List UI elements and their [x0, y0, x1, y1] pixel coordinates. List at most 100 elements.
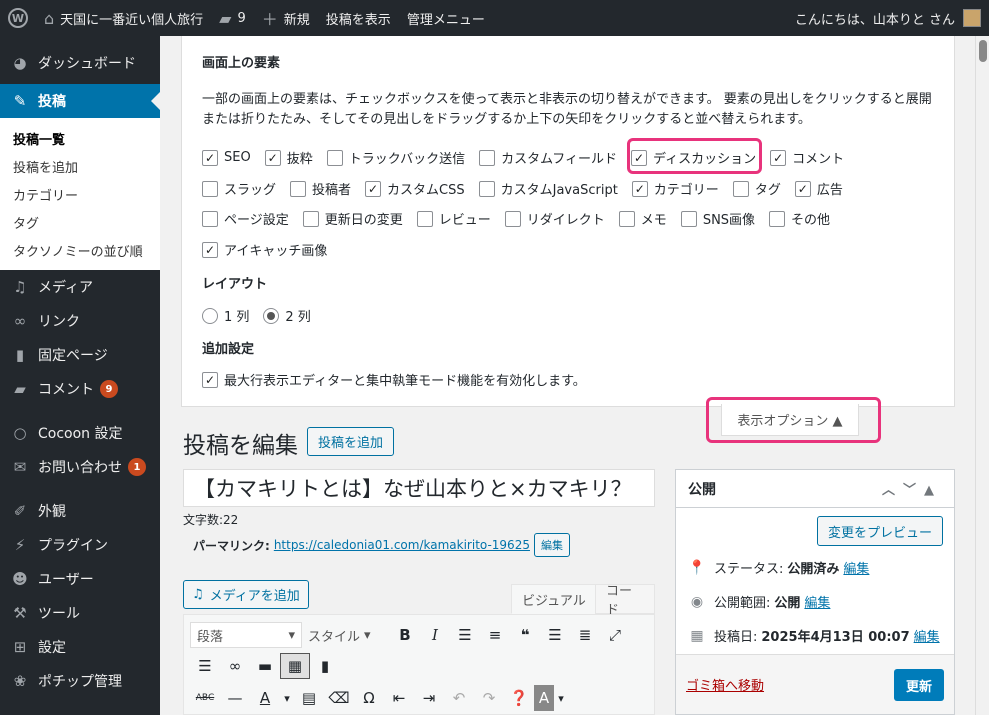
sidebar-item-plugins[interactable]: ⚡ プラグイン — [0, 528, 160, 562]
read-more-icon[interactable]: ▬ — [250, 653, 280, 679]
empty-checkbox-icon — [732, 180, 749, 197]
sidebar-item-contact[interactable]: ✉ お問い合わせ 1 — [0, 450, 160, 484]
checkbox-ads[interactable]: ✓ 広告 — [794, 179, 843, 198]
tab-code[interactable]: コード — [595, 584, 655, 618]
permalink-url[interactable]: https://caledonia01.com/kamakirito-19625 — [274, 538, 530, 552]
checkbox-trackbacks[interactable]: トラックバック送信 — [326, 148, 465, 167]
checkbox-slug[interactable]: スラッグ — [202, 179, 276, 198]
comments-link[interactable]: ▰ 9 — [211, 0, 254, 36]
sidebar-item-settings[interactable]: ⊞ 設定 — [0, 630, 160, 664]
strikethrough-icon[interactable]: ABC — [190, 685, 220, 711]
checkbox-sns-image[interactable]: SNS画像 — [680, 209, 755, 228]
indent-icon[interactable]: ⇥ — [414, 685, 444, 711]
site-name-link[interactable]: ⌂ 天国に一番近い個人旅行 — [36, 0, 211, 36]
chevron-down-icon[interactable]: ﹀ — [903, 483, 924, 498]
my-account-link[interactable]: こんにちは、山本りと さん — [787, 0, 989, 36]
radio-2-columns[interactable]: 2 列 — [263, 306, 311, 325]
chevron-up-icon[interactable]: ︿ — [882, 483, 903, 498]
paste-text-icon[interactable]: ▤ — [294, 685, 324, 711]
checkbox-excerpt[interactable]: ✓ 抜粋 — [264, 148, 313, 167]
date-edit-link[interactable]: 編集 — [914, 626, 940, 645]
tab-visual[interactable]: ビジュアル — [511, 584, 597, 614]
submenu-categories[interactable]: カテゴリー — [0, 180, 160, 208]
numbered-list-icon[interactable]: ≡ — [480, 622, 510, 648]
checkbox-review[interactable]: レビュー — [416, 209, 491, 228]
fullscreen-icon[interactable]: ⤢ — [600, 622, 630, 648]
sidebar-item-tools[interactable]: ⚒ ツール — [0, 596, 160, 630]
sidebar-item-comments[interactable]: ▰ コメント 9 — [0, 372, 160, 406]
checkbox-comments[interactable]: ✓ コメント — [770, 148, 844, 167]
chevron-down-icon[interactable]: ▾ — [554, 685, 568, 711]
checkbox-custom-css[interactable]: ✓ カスタムCSS — [365, 179, 465, 198]
checkbox-category[interactable]: ✓ カテゴリー — [631, 179, 719, 198]
post-title-input[interactable]: 【カマキリトとは】なぜ山本りと×カマキリ？ — [183, 469, 655, 507]
toggle-arrow-icon[interactable]: ▲ — [924, 483, 942, 498]
text-color-icon[interactable]: A — [250, 685, 280, 711]
outdent-icon[interactable]: ⇤ — [384, 685, 414, 711]
view-post-link[interactable]: 投稿を表示 — [318, 0, 399, 36]
preview-changes-button[interactable]: 変更をプレビュー — [816, 516, 943, 546]
omega-icon[interactable]: Ω — [354, 685, 384, 711]
checkbox-redirect[interactable]: リダイレクト — [504, 209, 605, 228]
checkbox-tags[interactable]: タグ — [732, 179, 781, 198]
undo-icon[interactable]: ↶ — [444, 685, 474, 711]
copy-icon[interactable]: ▮ — [310, 653, 340, 679]
blockquote-icon[interactable]: ❝ — [510, 622, 540, 648]
new-content-link[interactable]: ＋ 新規 — [254, 0, 318, 36]
checkbox-max-editor[interactable]: ✓ 最大行表示エディターと集中執筆モード機能を有効化します。 — [202, 370, 586, 389]
admin-menu-link[interactable]: 管理メニュー — [399, 0, 493, 36]
checkbox-memo[interactable]: メモ — [618, 209, 667, 228]
checkbox-eyecatch[interactable]: ✓ アイキャッチ画像 — [202, 240, 327, 259]
status-edit-link[interactable]: 編集 — [843, 558, 869, 577]
sidebar-item-cocoon[interactable]: ○ Cocoon 設定 — [0, 416, 160, 450]
chevron-down-icon[interactable]: ▾ — [280, 685, 294, 711]
update-button[interactable]: 更新 — [893, 669, 944, 701]
sidebar-item-appearance[interactable]: ✐ 外観 — [0, 494, 160, 528]
checkbox-other[interactable]: その他 — [769, 209, 830, 228]
toolbar-toggle-icon[interactable]: ▦ — [280, 653, 310, 679]
sidebar-item-links[interactable]: ∞ リンク — [0, 304, 160, 338]
box-controls[interactable]: ︿﹀▲ — [882, 479, 942, 498]
align-left-icon[interactable]: ☰ — [540, 622, 570, 648]
horizontal-line-icon[interactable]: — — [220, 685, 250, 711]
site-name: 天国に一番近い個人旅行 — [60, 12, 204, 28]
publish-date-row: ▦ 投稿日: 2025年4月13日 00:07 編集 — [688, 626, 940, 646]
italic-icon[interactable]: I — [420, 622, 450, 648]
bullet-list-icon[interactable]: ☰ — [450, 622, 480, 648]
checkbox-page-settings[interactable]: ページ設定 — [202, 209, 289, 228]
scrollbar-thumb[interactable] — [979, 40, 987, 62]
sidebar-item-media[interactable]: ♫ メディア — [0, 270, 160, 304]
page-scrollbar[interactable] — [975, 36, 989, 715]
sidebar-item-pages[interactable]: ▮ 固定ページ — [0, 338, 160, 372]
sidebar-item-dashboard[interactable]: ◕ ダッシュボード — [0, 46, 160, 80]
redo-icon[interactable]: ↷ — [474, 685, 504, 711]
bold-icon[interactable]: B — [390, 622, 420, 648]
checkbox-custom-js[interactable]: カスタムJavaScript — [478, 179, 618, 198]
submenu-taxonomy-order[interactable]: タクソノミーの並び順 — [0, 236, 160, 264]
checkbox-update-date[interactable]: 更新日の変更 — [302, 209, 403, 228]
add-media-button[interactable]: ♫ メディアを追加 — [183, 580, 309, 609]
align-center-icon[interactable]: ≣ — [570, 622, 600, 648]
submenu-add-post[interactable]: 投稿を追加 — [0, 152, 160, 180]
link-icon[interactable]: ∞ — [220, 653, 250, 679]
checkbox-custom-fields[interactable]: カスタムフィールド — [479, 148, 617, 167]
permalink-edit-button[interactable]: 編集 — [533, 533, 570, 557]
visibility-edit-link[interactable]: 編集 — [804, 592, 830, 611]
radio-1-column[interactable]: 1 列 — [202, 306, 249, 325]
submenu-all-posts[interactable]: 投稿一覧 — [0, 124, 160, 152]
add-new-post-button[interactable]: 投稿を追加 — [307, 427, 395, 456]
checkbox-author[interactable]: 投稿者 — [290, 179, 351, 198]
format-select[interactable]: 段落 ▾ — [190, 622, 302, 648]
sidebar-item-users[interactable]: ☻ ユーザー — [0, 562, 160, 596]
sidebar-item-pochipp[interactable]: ❀ ポチップ管理 — [0, 664, 160, 698]
background-color-icon[interactable]: A — [534, 685, 554, 711]
wp-logo-button[interactable]: W — [0, 0, 36, 36]
style-select[interactable]: スタイル ▾ — [302, 622, 390, 648]
align-right-icon[interactable]: ☰ — [190, 653, 220, 679]
clear-format-icon[interactable]: ⌫ — [324, 685, 354, 711]
sidebar-item-posts[interactable]: ✎ 投稿 — [0, 84, 160, 118]
submenu-tags[interactable]: タグ — [0, 208, 160, 236]
move-to-trash-link[interactable]: ゴミ箱へ移動 — [686, 675, 764, 694]
help-icon[interactable]: ❓ — [504, 685, 534, 711]
checkbox-seo[interactable]: ✓ SEO — [202, 149, 251, 166]
